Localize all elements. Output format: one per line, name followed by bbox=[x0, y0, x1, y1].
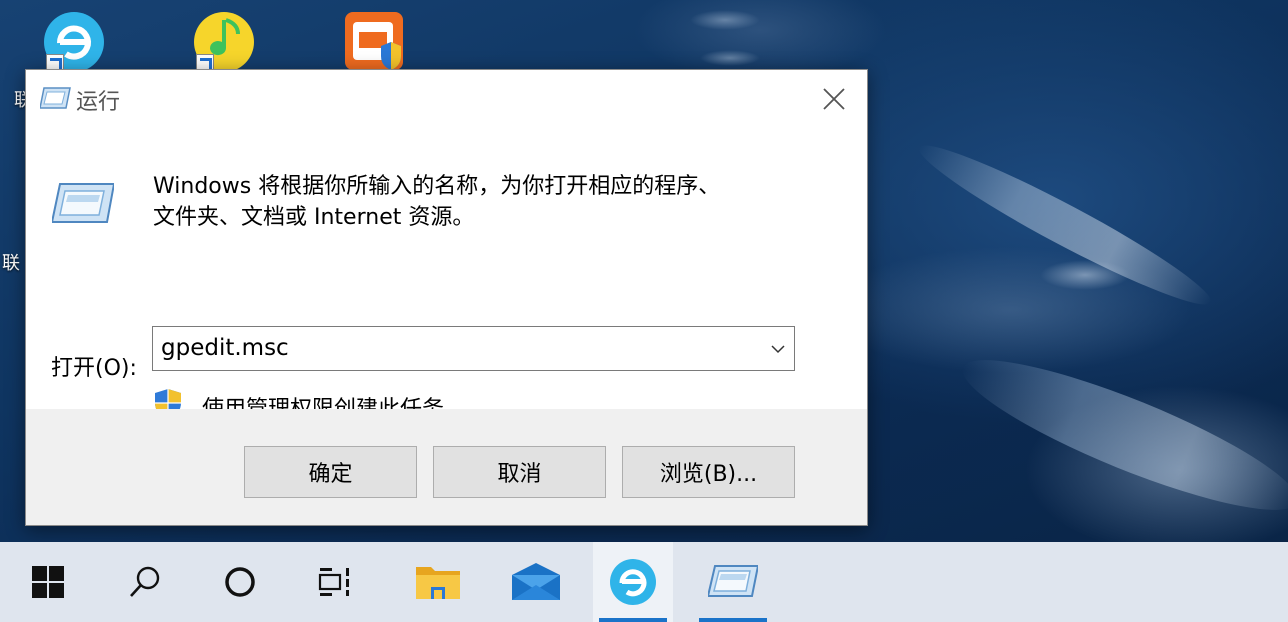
run-app-icon bbox=[40, 87, 71, 109]
run-dialog: 运行 Windows 将根据你所输入的名称，为你打开相应的程序、 文件夹、文档或… bbox=[25, 69, 868, 526]
desktop-browser-shortcut-icon[interactable] bbox=[42, 12, 106, 72]
run-app-icon bbox=[52, 183, 114, 223]
mail-button[interactable] bbox=[496, 542, 576, 622]
run-app-icon bbox=[708, 565, 758, 597]
task-view-button[interactable] bbox=[296, 542, 376, 622]
open-combobox[interactable]: gpedit.msc bbox=[152, 326, 795, 371]
desktop-icon-label: 联 bbox=[2, 253, 20, 274]
start-icon bbox=[32, 566, 64, 598]
edge-browser-icon bbox=[610, 559, 656, 605]
close-button[interactable] bbox=[801, 70, 867, 127]
desktop-installer-shortcut-icon[interactable] bbox=[343, 12, 407, 72]
cancel-button[interactable]: 取消 bbox=[433, 446, 606, 498]
taskbar bbox=[0, 542, 1288, 622]
search-icon bbox=[130, 566, 160, 597]
wallpaper-streak bbox=[909, 129, 1221, 321]
open-input[interactable]: gpedit.msc bbox=[161, 335, 289, 361]
edge-browser-taskbar-button[interactable] bbox=[593, 542, 673, 622]
wallpaper-streak bbox=[949, 335, 1288, 535]
desktop-music-shortcut-icon[interactable] bbox=[192, 12, 256, 72]
search-button[interactable] bbox=[105, 542, 185, 622]
dialog-title: 运行 bbox=[76, 90, 121, 115]
description-line: Windows 将根据你所输入的名称，为你打开相应的程序、 bbox=[153, 174, 721, 199]
wallpaper-streak bbox=[700, 50, 760, 66]
active-indicator bbox=[699, 618, 767, 622]
dialog-titlebar[interactable]: 运行 bbox=[26, 70, 867, 127]
task-view-icon bbox=[318, 568, 349, 596]
dialog-description: Windows 将根据你所输入的名称，为你打开相应的程序、 文件夹、文档或 In… bbox=[153, 171, 793, 233]
wallpaper-streak bbox=[1040, 260, 1130, 290]
file-explorer-icon bbox=[416, 567, 460, 599]
open-label: 打开(O): bbox=[51, 356, 137, 381]
browse-button[interactable]: 浏览(B)... bbox=[622, 446, 795, 498]
dialog-footer: 确定 取消 浏览(B)... bbox=[26, 409, 867, 525]
mail-icon bbox=[512, 563, 560, 600]
description-line: 文件夹、文档或 Internet 资源。 bbox=[153, 205, 475, 230]
close-icon bbox=[823, 87, 845, 110]
dialog-body: Windows 将根据你所输入的名称，为你打开相应的程序、 文件夹、文档或 In… bbox=[26, 127, 867, 422]
ok-button[interactable]: 确定 bbox=[244, 446, 417, 498]
cortana-button[interactable] bbox=[200, 542, 280, 622]
start-button[interactable] bbox=[8, 542, 88, 622]
cortana-icon bbox=[225, 567, 255, 597]
active-indicator bbox=[599, 618, 667, 622]
wallpaper-streak bbox=[690, 10, 760, 30]
chevron-down-icon[interactable] bbox=[770, 341, 786, 357]
run-taskbar-button[interactable] bbox=[693, 542, 773, 622]
file-explorer-button[interactable] bbox=[398, 542, 478, 622]
